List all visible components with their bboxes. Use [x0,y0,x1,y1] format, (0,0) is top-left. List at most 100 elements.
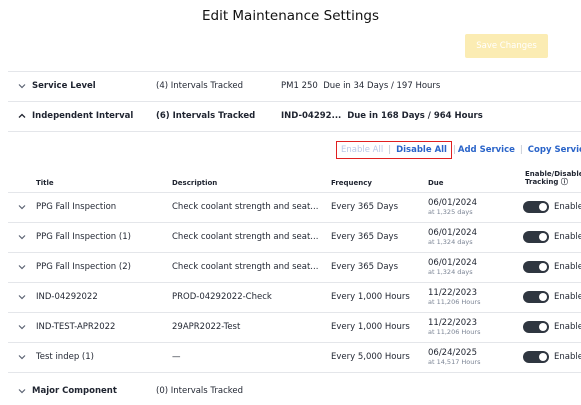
row-due: 11/22/2023 at 11,206 Hours [428,312,480,342]
tracking-toggle-label: Enable [554,322,581,332]
row-due-date: 06/01/2024 [428,198,477,208]
toggle-knob [539,203,547,211]
row-due-sub: at 14,517 Hours [428,358,481,366]
row-title: IND-04292022 [36,292,98,302]
row-description: Check coolant strength and seat... [172,202,319,212]
row-due-date: 06/01/2024 [428,258,477,268]
column-header-due: Due [428,179,444,187]
toggle-knob [539,293,547,301]
divider [8,131,581,132]
add-service-link[interactable]: Add Service [458,145,515,155]
section-interval-count: (4) Intervals Tracked [156,81,243,91]
row-due-date: 11/22/2023 [428,318,477,328]
chevron-down-icon[interactable] [17,202,27,212]
separator: | [519,145,523,155]
chevron-down-icon[interactable] [17,386,27,396]
enable-disable-group: Enable All | Disable All [336,141,452,159]
section-title: Major Component [32,386,117,396]
row-frequency: Every 1,000 Hours [331,292,410,302]
chevron-down-icon[interactable] [17,292,27,302]
table-header: Title Description Frequency Due Enable/D… [8,166,581,192]
row-description: — [172,352,181,362]
toggle-knob [539,263,547,271]
table-row[interactable]: PPG Fall Inspection (2) Check coolant st… [8,252,581,282]
row-due: 06/01/2024 at 1,324 days [428,252,477,282]
section-interval-count: (0) Intervals Tracked [156,386,243,396]
row-frequency: Every 365 Days [331,202,398,212]
chevron-down-icon[interactable] [17,352,27,362]
chevron-up-icon[interactable] [17,111,27,121]
row-due: 06/24/2025 at 14,517 Hours [428,342,480,372]
disable-all-link[interactable]: Disable All [396,145,447,155]
tracking-toggle-label: Enable [554,352,581,362]
section-independent-interval[interactable]: Independent Interval (6) Intervals Track… [8,102,581,130]
section-service-level[interactable]: Service Level (4) Intervals Tracked PM1 … [8,72,581,100]
row-due-date: 06/24/2025 [428,348,477,358]
row-description: Check coolant strength and seat... [172,262,319,272]
row-frequency: Every 1,000 Hours [331,322,410,332]
row-title: PPG Fall Inspection (1) [36,232,131,242]
section-due-code: PM1 250 [281,81,318,91]
row-due-date: 06/01/2024 [428,228,477,238]
section-title: Independent Interval [32,111,134,121]
row-due: 11/22/2023 at 11,206 Hours [428,282,480,312]
tracking-toggle-label: Enable [554,232,581,242]
section-due-summary: IND-04292... Due in 168 Days / 964 Hours [281,111,483,121]
section-due-summary: PM1 250 Due in 34 Days / 197 Hours [281,81,440,91]
section-major-component[interactable]: Major Component (0) Intervals Tracked [8,377,581,405]
tracking-toggle-label: Enable [554,202,581,212]
tracking-toggle-label: Enable [554,262,581,272]
tracking-toggle[interactable] [523,261,549,273]
page-title: Edit Maintenance Settings [201,8,380,24]
separator: | [388,145,392,155]
row-due: 06/01/2024 at 1,324 days [428,222,477,252]
toggle-knob [539,233,547,241]
table-row[interactable]: IND-04292022 PROD-04292022-Check Every 1… [8,282,581,312]
separator: | [452,145,456,155]
row-due-sub: at 11,206 Hours [428,328,481,336]
row-description: PROD-04292022-Check [172,292,272,302]
tracking-toggle[interactable] [523,351,549,363]
row-frequency: Every 365 Days [331,232,398,242]
row-title: PPG Fall Inspection (2) [36,262,131,272]
row-due-sub: at 1,324 days [428,238,473,246]
row-frequency: Every 5,000 Hours [331,352,410,362]
chevron-down-icon[interactable] [17,81,27,91]
column-header-title: Title [36,179,54,187]
row-description: Check coolant strength and seat... [172,232,319,242]
tracking-toggle[interactable] [523,201,549,213]
row-title: PPG Fall Inspection [36,202,117,212]
toggle-knob [539,323,547,331]
row-due-sub: at 11,206 Hours [428,298,481,306]
copy-services-link[interactable]: Copy Services [528,145,581,155]
tracking-toggle[interactable] [523,231,549,243]
table-row[interactable]: IND-TEST-APR2022 29APR2022-Test Every 1,… [8,312,581,342]
tracking-toggle[interactable] [523,291,549,303]
column-header-frequency: Frequency [331,179,372,187]
row-due-sub: at 1,325 days [428,208,473,216]
enable-all-link[interactable]: Enable All [341,145,383,155]
chevron-down-icon[interactable] [17,232,27,242]
row-title: IND-TEST-APR2022 [36,322,116,332]
section-due-code: IND-04292... [281,111,342,121]
row-title: Test indep (1) [36,352,94,362]
row-due-date: 11/22/2023 [428,288,477,298]
section-interval-count: (6) Intervals Tracked [156,111,256,121]
table-row[interactable]: Test indep (1) — Every 5,000 Hours 06/24… [8,342,581,372]
column-header-tracking-line1: Enable/Disable [525,170,581,178]
section-due-text: Due in 168 Days / 964 Hours [347,111,483,121]
table-row[interactable]: PPG Fall Inspection (1) Check coolant st… [8,222,581,252]
bulk-actions-bar: Enable All | Disable All | Add Service |… [336,141,581,159]
column-header-description: Description [172,179,218,187]
section-title: Service Level [32,81,96,91]
toggle-knob [539,353,547,361]
chevron-down-icon[interactable] [17,322,27,332]
row-due: 06/01/2024 at 1,325 days [428,192,477,222]
section-due-text: Due in 34 Days / 197 Hours [323,81,441,91]
row-due-sub: at 1,324 days [428,268,473,276]
save-changes-button[interactable]: Save Changes [465,34,548,58]
table-row[interactable]: PPG Fall Inspection Check coolant streng… [8,192,581,222]
row-frequency: Every 365 Days [331,262,398,272]
chevron-down-icon[interactable] [17,262,27,272]
tracking-toggle[interactable] [523,321,549,333]
